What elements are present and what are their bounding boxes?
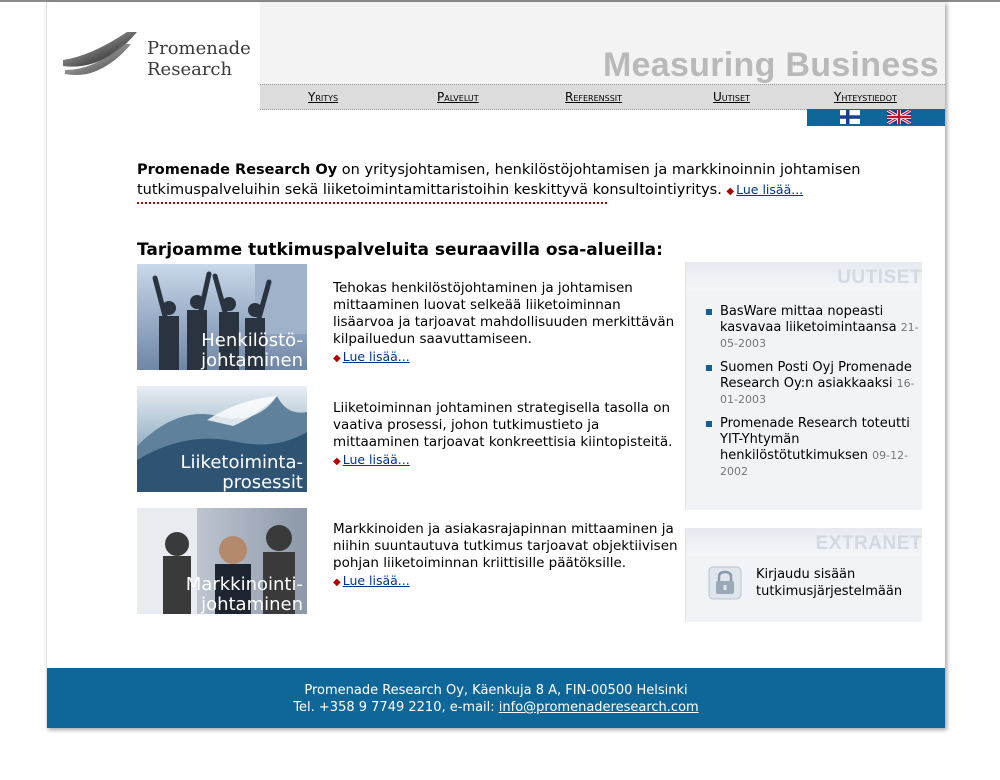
extranet-panel-title: EXTRANET [815, 533, 922, 554]
service-hr-read-more-link[interactable]: Lue lisää... [343, 349, 410, 364]
bullet-diamond-icon: ◆ [333, 456, 341, 467]
logo-line-1: Promenade [147, 38, 251, 59]
service-text-hr: Tehokas henkilöstöjohtaminen ja johtamis… [333, 280, 683, 367]
service-text-process: Liiketoiminnan johtaminen strategisella … [333, 400, 683, 470]
footer-email-link[interactable]: info@promenaderesearch.com [499, 700, 699, 715]
intro-paragraph: Promenade Research Oy on yritysjohtamise… [137, 160, 927, 202]
bullet-diamond-icon: ◆ [726, 186, 735, 197]
logo[interactable]: Promenade Research [47, 2, 260, 110]
news-item[interactable]: BasWare mittaa nopeasti kasvavaa liiketo… [706, 304, 920, 352]
nav-yhteystiedot[interactable]: Yhteystiedot [834, 90, 897, 104]
square-bullet-icon [706, 309, 712, 315]
service-image-marketing-line1: Markkinointi- [186, 574, 303, 595]
footer-address: Promenade Research Oy, Käenkuja 8 A, FIN… [304, 683, 688, 698]
extranet-login-link[interactable]: Kirjaudu sisään tutkimusjärjestelmään [756, 566, 902, 600]
service-image-marketing-line2: johtaminen [200, 594, 303, 614]
service-image-process[interactable]: Liiketoiminta- prosessit [137, 386, 307, 492]
news-item[interactable]: Suomen Posti Oyj Promenade Research Oy:n… [706, 360, 920, 408]
logo-line-2: Research [147, 59, 233, 80]
service-process-read-more-link[interactable]: Lue lisää... [343, 452, 410, 467]
dotted-divider [137, 202, 607, 204]
language-bar [807, 109, 945, 126]
service-image-process-line1: Liiketoiminta- [181, 452, 303, 473]
news-panel: UUTISET BasWare mittaa nopeasti kasvavaa… [685, 262, 922, 510]
nav-uutiset[interactable]: Uutiset [713, 90, 750, 104]
footer-contact-text: Tel. +358 9 7749 2210, e-mail: [293, 700, 499, 715]
nav-palvelut[interactable]: Palvelut [437, 90, 479, 104]
service-text-marketing: Markkinoiden ja asiakasrajapinnan mittaa… [333, 521, 683, 591]
main-nav: Yritys Palvelut Referenssit Uutiset Yhte… [260, 84, 945, 110]
nav-yritys[interactable]: Yritys [308, 90, 338, 104]
news-headline: BasWare mittaa nopeasti kasvavaa liiketo… [720, 304, 897, 335]
news-item[interactable]: Promenade Research toteutti YIT-Yhtymän … [706, 416, 920, 480]
news-panel-header: UUTISET [686, 262, 922, 290]
service-image-process-line2: prosessit [222, 472, 303, 492]
service-description: Markkinoiden ja asiakasrajapinnan mittaa… [333, 521, 678, 571]
logo-swoosh-icon [63, 32, 137, 75]
bullet-diamond-icon: ◆ [333, 353, 341, 364]
page-container: Promenade Research Measuring Business Yr… [46, 2, 945, 728]
service-image-marketing[interactable]: Markkinointi- johtaminen [137, 508, 307, 614]
extranet-panel: EXTRANET Kirjaudu sisään tutkimusjärjest… [685, 528, 922, 622]
service-description: Liiketoiminnan johtaminen strategisella … [333, 400, 673, 450]
logo-text: Promenade Research [147, 38, 251, 80]
uk-flag-icon[interactable] [887, 110, 911, 124]
intro-company: Promenade Research Oy [137, 162, 338, 178]
finnish-flag-icon[interactable] [840, 110, 860, 124]
square-bullet-icon [706, 421, 712, 427]
footer: Promenade Research Oy, Käenkuja 8 A, FIN… [47, 668, 945, 728]
extranet-line-1: Kirjaudu sisään [756, 567, 856, 582]
header-banner: Measuring Business [260, 2, 945, 84]
services-heading: Tarjoamme tutkimuspalveluita seuraavilla… [137, 240, 663, 260]
news-headline: Suomen Posti Oyj Promenade Research Oy:n… [720, 360, 912, 391]
lock-icon[interactable] [708, 566, 742, 600]
intro-read-more-link[interactable]: Lue lisää... [736, 182, 803, 197]
extranet-panel-header: EXTRANET [686, 528, 922, 556]
service-marketing-read-more-link[interactable]: Lue lisää... [343, 573, 410, 588]
extranet-line-2: tutkimusjärjestelmään [756, 584, 903, 599]
service-image-hr-line1: Henkilöstö- [201, 330, 303, 351]
square-bullet-icon [706, 365, 712, 371]
bullet-diamond-icon: ◆ [333, 577, 341, 588]
news-panel-title: UUTISET [837, 267, 922, 288]
tagline: Measuring Business [602, 46, 939, 84]
footer-contact: Tel. +358 9 7749 2210, e-mail: info@prom… [47, 699, 945, 716]
service-image-hr-line2: johtaminen [200, 350, 303, 370]
news-list: BasWare mittaa nopeasti kasvavaa liiketo… [706, 304, 920, 488]
service-description: Tehokas henkilöstöjohtaminen ja johtamis… [333, 280, 675, 347]
service-image-hr[interactable]: Henkilöstö- johtaminen [137, 264, 307, 370]
nav-referenssit[interactable]: Referenssit [565, 90, 622, 104]
